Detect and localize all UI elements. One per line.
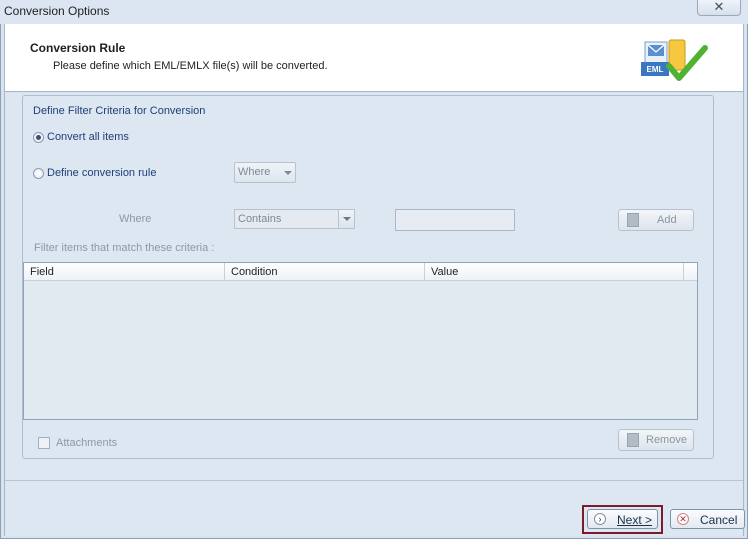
criteria-label: Filter items that match these criteria : xyxy=(34,242,215,254)
filter-value-input[interactable] xyxy=(395,209,515,231)
chevron-down-icon xyxy=(284,171,292,175)
filter-criteria-legend: Define Filter Criteria for Conversion xyxy=(30,105,209,117)
remove-icon xyxy=(627,433,639,447)
eml-convert-icon: EML xyxy=(641,39,708,81)
criteria-grid-header: Field Condition Value xyxy=(24,263,697,281)
column-header-value[interactable]: Value xyxy=(425,263,684,281)
convert-all-radio[interactable] xyxy=(33,132,44,143)
title-bar: Conversion Options ✕ xyxy=(0,0,748,24)
condition-select-value: Contains xyxy=(238,213,282,225)
cancel-x-icon: ✕ xyxy=(677,513,689,525)
convert-all-label[interactable]: Convert all items xyxy=(47,131,129,143)
remove-button[interactable]: Remove xyxy=(618,429,694,451)
define-rule-radio[interactable] xyxy=(33,168,44,179)
attachments-label: Attachments xyxy=(56,437,118,449)
close-button[interactable]: ✕ xyxy=(697,0,741,16)
attachments-checkbox[interactable] xyxy=(38,437,50,449)
add-button-label: Add xyxy=(657,214,677,226)
chevron-down-icon xyxy=(338,210,354,228)
page-title: Conversion Rule xyxy=(30,41,126,55)
where-label: Where xyxy=(119,213,152,225)
add-button[interactable]: Add xyxy=(618,209,694,231)
condition-select[interactable]: Contains xyxy=(234,209,355,229)
add-icon xyxy=(627,213,639,227)
where-dropdown-label: Where xyxy=(238,166,271,178)
cancel-button[interactable]: ✕ Cancel xyxy=(670,509,745,529)
next-button-label: Next > xyxy=(617,513,653,527)
footer-separator xyxy=(5,480,743,481)
window-title: Conversion Options xyxy=(4,4,110,18)
page-subtitle: Please define which EML/EMLX file(s) wil… xyxy=(53,60,328,72)
column-header-condition[interactable]: Condition xyxy=(225,263,425,281)
remove-button-label: Remove xyxy=(646,434,687,446)
cancel-button-label: Cancel xyxy=(700,513,738,527)
define-rule-label[interactable]: Define conversion rule xyxy=(47,167,156,179)
wizard-header: Conversion Rule Please define which EML/… xyxy=(5,24,743,92)
eml-icon-text: EML xyxy=(647,65,664,74)
criteria-grid[interactable]: Field Condition Value xyxy=(23,262,698,420)
close-icon: ✕ xyxy=(713,0,725,14)
chevron-right-icon: › xyxy=(594,513,606,525)
where-dropdown-button[interactable]: Where xyxy=(234,162,296,183)
column-header-field[interactable]: Field xyxy=(24,263,225,281)
next-button[interactable]: › Next > xyxy=(587,509,658,529)
